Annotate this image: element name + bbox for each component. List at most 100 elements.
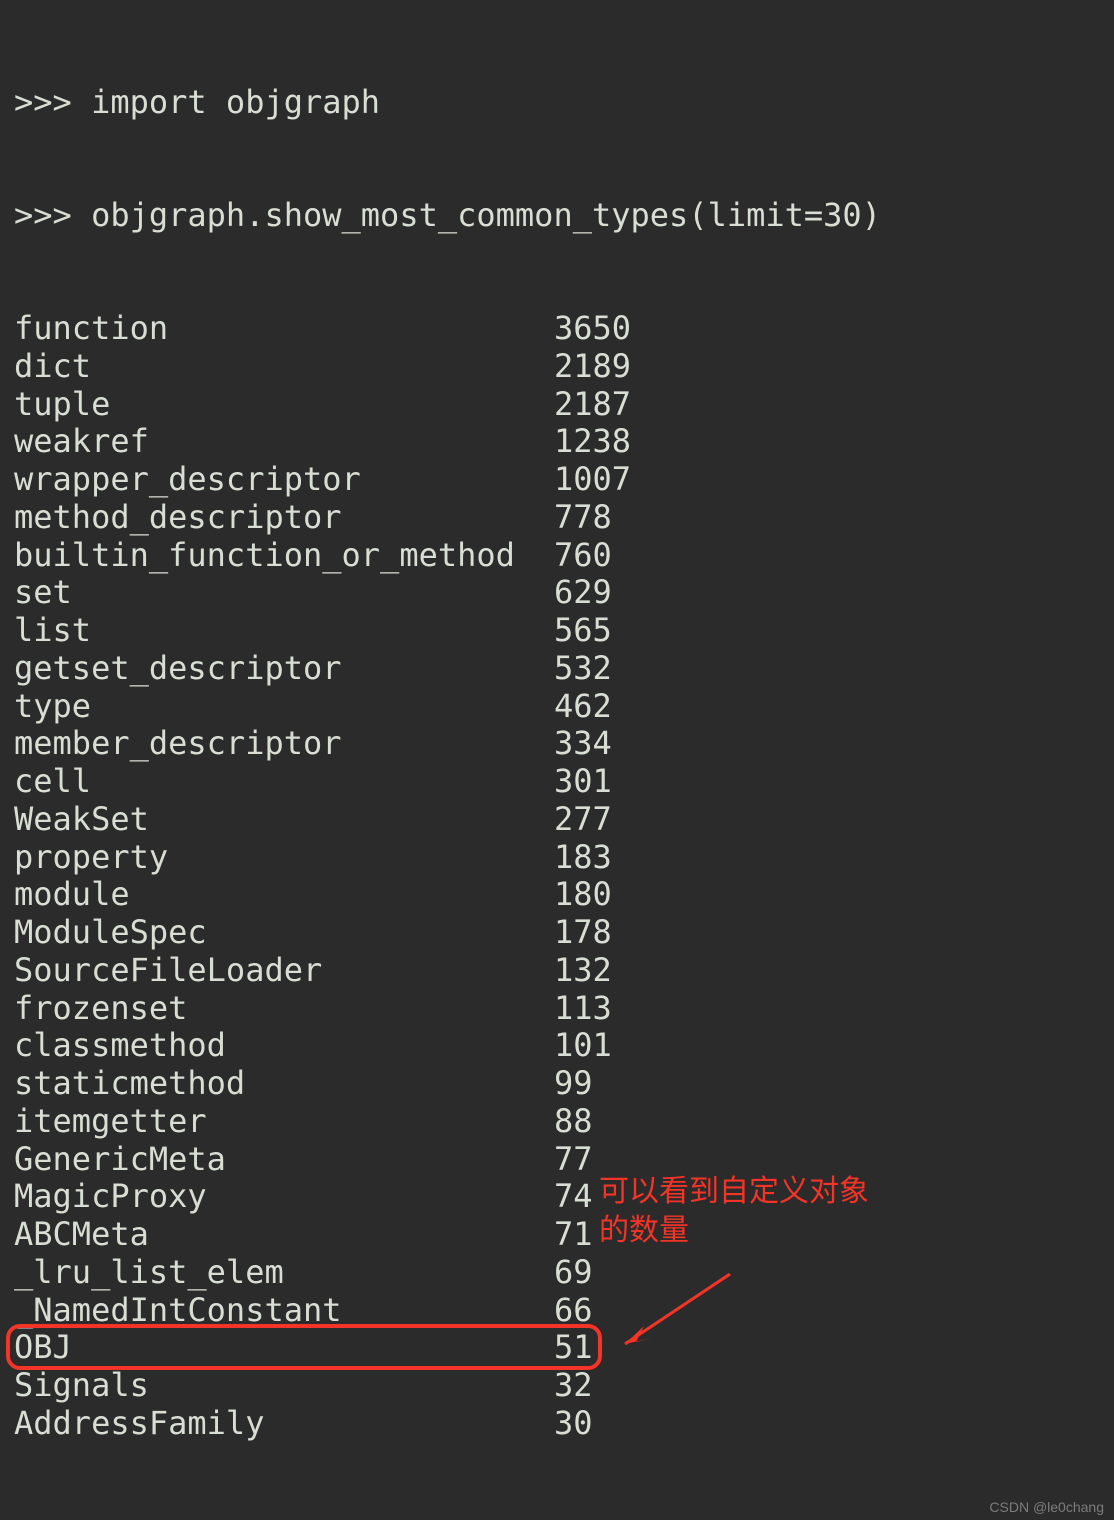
type-count: 113 — [554, 990, 612, 1028]
watermark: CSDN @le0chang — [989, 1499, 1104, 1516]
type-count-row: _NamedIntConstant66 — [14, 1292, 1100, 1330]
type-name: ABCMeta — [14, 1216, 554, 1254]
type-count: 88 — [554, 1103, 593, 1141]
type-count-row: staticmethod99 — [14, 1065, 1100, 1103]
type-count: 3650 — [554, 310, 631, 348]
type-count-row: OBJ51 — [14, 1329, 1100, 1367]
type-count-row: set629 — [14, 574, 1100, 612]
type-count: 334 — [554, 725, 612, 763]
type-count-row: SourceFileLoader132 — [14, 952, 1100, 990]
terminal-output: >>> import objgraph >>> objgraph.show_mo… — [0, 0, 1114, 1488]
type-count: 178 — [554, 914, 612, 952]
type-name: itemgetter — [14, 1103, 554, 1141]
type-count-row: MagicProxy74 — [14, 1178, 1100, 1216]
type-count-list: function3650dict2189tuple2187weakref1238… — [14, 310, 1100, 1443]
type-count: 32 — [554, 1367, 593, 1405]
type-name: OBJ — [14, 1329, 554, 1367]
type-name: MagicProxy — [14, 1178, 554, 1216]
type-count: 51 — [554, 1329, 593, 1367]
type-name: weakref — [14, 423, 554, 461]
type-count-row: tuple2187 — [14, 386, 1100, 424]
type-count: 462 — [554, 688, 612, 726]
type-name: staticmethod — [14, 1065, 554, 1103]
type-count-row: builtin_function_or_method760 — [14, 537, 1100, 575]
type-name: cell — [14, 763, 554, 801]
type-count: 778 — [554, 499, 612, 537]
type-name: SourceFileLoader — [14, 952, 554, 990]
type-count-row: list565 — [14, 612, 1100, 650]
type-name: type — [14, 688, 554, 726]
type-name: getset_descriptor — [14, 650, 554, 688]
type-name: set — [14, 574, 554, 612]
type-name: wrapper_descriptor — [14, 461, 554, 499]
type-name: builtin_function_or_method — [14, 537, 554, 575]
type-count-row: function3650 — [14, 310, 1100, 348]
type-count: 66 — [554, 1292, 593, 1330]
type-count-row: AddressFamily30 — [14, 1405, 1100, 1443]
type-count-row: method_descriptor778 — [14, 499, 1100, 537]
type-count-row: frozenset113 — [14, 990, 1100, 1028]
type-count: 2187 — [554, 386, 631, 424]
type-name: function — [14, 310, 554, 348]
type-name: property — [14, 839, 554, 877]
type-count: 74 — [554, 1178, 593, 1216]
type-name: frozenset — [14, 990, 554, 1028]
type-name: method_descriptor — [14, 499, 554, 537]
annotation-text: 可以看到自定义对象 的数量 — [599, 1172, 869, 1250]
type-count-row: GenericMeta77 — [14, 1141, 1100, 1179]
type-count: 101 — [554, 1027, 612, 1065]
type-count-row: dict2189 — [14, 348, 1100, 386]
type-count: 1238 — [554, 423, 631, 461]
type-count-row: _lru_list_elem69 — [14, 1254, 1100, 1292]
type-count: 69 — [554, 1254, 593, 1292]
type-name: ModuleSpec — [14, 914, 554, 952]
type-count-row: getset_descriptor532 — [14, 650, 1100, 688]
prompt: >>> — [14, 84, 91, 122]
type-count-row: wrapper_descriptor1007 — [14, 461, 1100, 499]
type-count: 277 — [554, 801, 612, 839]
type-count: 1007 — [554, 461, 631, 499]
type-name: Signals — [14, 1367, 554, 1405]
type-count-row: module180 — [14, 876, 1100, 914]
type-count: 77 — [554, 1141, 593, 1179]
type-name: GenericMeta — [14, 1141, 554, 1179]
type-name: WeakSet — [14, 801, 554, 839]
code-call: objgraph.show_most_common_types(limit=30… — [91, 197, 881, 235]
type-count-row: property183 — [14, 839, 1100, 877]
type-count-row: WeakSet277 — [14, 801, 1100, 839]
type-name: tuple — [14, 386, 554, 424]
prompt: >>> — [14, 197, 91, 235]
type-name: list — [14, 612, 554, 650]
type-count: 565 — [554, 612, 612, 650]
type-name: member_descriptor — [14, 725, 554, 763]
type-count-row: Signals32 — [14, 1367, 1100, 1405]
type-count: 2189 — [554, 348, 631, 386]
type-count-row: member_descriptor334 — [14, 725, 1100, 763]
type-count-row: weakref1238 — [14, 423, 1100, 461]
prompt-line-import: >>> import objgraph — [14, 84, 1100, 122]
type-count: 629 — [554, 574, 612, 612]
type-name: classmethod — [14, 1027, 554, 1065]
type-name: AddressFamily — [14, 1405, 554, 1443]
annotation-line1: 可以看到自定义对象 — [599, 1172, 869, 1211]
type-name: _lru_list_elem — [14, 1254, 554, 1292]
type-count: 180 — [554, 876, 612, 914]
code-import: import objgraph — [91, 84, 380, 122]
type-count: 132 — [554, 952, 612, 990]
type-count-row: cell301 — [14, 763, 1100, 801]
type-name: module — [14, 876, 554, 914]
annotation-line2: 的数量 — [599, 1211, 869, 1250]
type-count-row: ModuleSpec178 — [14, 914, 1100, 952]
prompt-line-call: >>> objgraph.show_most_common_types(limi… — [14, 197, 1100, 235]
type-count: 301 — [554, 763, 612, 801]
type-name: dict — [14, 348, 554, 386]
type-name: _NamedIntConstant — [14, 1292, 554, 1330]
type-count: 71 — [554, 1216, 593, 1254]
type-count-row: itemgetter88 — [14, 1103, 1100, 1141]
type-count: 760 — [554, 537, 612, 575]
type-count-row: type462 — [14, 688, 1100, 726]
type-count: 30 — [554, 1405, 593, 1443]
type-count: 532 — [554, 650, 612, 688]
type-count-row: classmethod101 — [14, 1027, 1100, 1065]
type-count: 183 — [554, 839, 612, 877]
